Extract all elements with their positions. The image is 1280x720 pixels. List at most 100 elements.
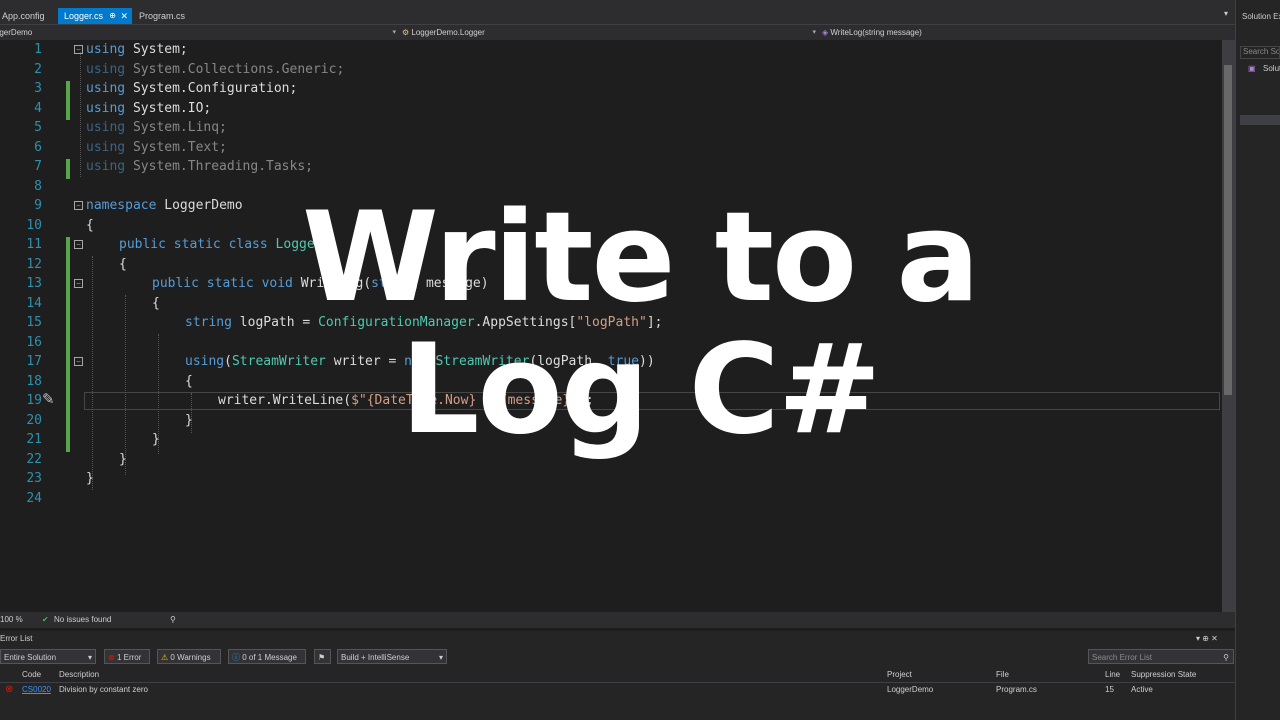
code-line-14: { bbox=[152, 295, 160, 311]
panel-title: Solution Explorer bbox=[1242, 12, 1280, 21]
fold-toggle[interactable]: − bbox=[74, 240, 83, 249]
selected-tree-item[interactable] bbox=[1240, 115, 1280, 125]
code-line-1: using System; bbox=[86, 42, 188, 57]
code-line-3: using System.Configuration; bbox=[86, 81, 298, 96]
project-label: LoggerDemo bbox=[0, 28, 33, 37]
tab-program-cs[interactable]: Program.cs bbox=[133, 8, 193, 24]
title-line-1: Write to a bbox=[301, 186, 980, 330]
title-line-2: Log C# bbox=[400, 318, 881, 462]
warnings-filter-button[interactable]: ⚠ 0 Warnings bbox=[157, 649, 221, 664]
line-number: 17 bbox=[26, 354, 42, 369]
table-row[interactable]: ⊗ CS0020 Division by constant zero Logge… bbox=[0, 685, 1235, 699]
fold-toggle[interactable]: − bbox=[74, 45, 83, 54]
code-line-21: } bbox=[152, 432, 160, 447]
warnings-count: 0 Warnings bbox=[170, 653, 211, 662]
tab-label: App.config bbox=[2, 11, 45, 21]
solution-icon: ▣ bbox=[1248, 64, 1256, 73]
scrollbar-thumb[interactable] bbox=[1224, 65, 1232, 395]
line-number: 8 bbox=[34, 178, 42, 194]
class-label: LoggerDemo.Logger bbox=[411, 28, 485, 37]
column-suppression[interactable]: Suppression State bbox=[1131, 670, 1196, 679]
line-number: 22 bbox=[26, 451, 42, 467]
panel-window-icons[interactable]: ▾ ⊕ ✕ bbox=[1196, 634, 1218, 643]
column-code[interactable]: Code bbox=[22, 670, 41, 679]
line-number: 14 bbox=[26, 295, 42, 311]
close-icon[interactable]: ✕ bbox=[120, 8, 128, 24]
fold-toggle[interactable]: − bbox=[74, 201, 83, 210]
line-number: 10 bbox=[26, 217, 42, 233]
error-icon: ⊗ bbox=[108, 653, 115, 662]
fold-toggle[interactable]: − bbox=[74, 357, 83, 366]
scope-dropdown[interactable]: Entire Solution ▾ bbox=[0, 649, 96, 664]
line-number: 23 bbox=[26, 471, 42, 486]
code-line-7: using System.Threading.Tasks; bbox=[86, 159, 313, 174]
line-number: 18 bbox=[26, 373, 42, 389]
chevron-down-icon[interactable]: ▾ bbox=[1224, 9, 1228, 18]
line-number: 16 bbox=[26, 334, 42, 350]
project-dropdown[interactable]: LoggerDemo ▾ bbox=[0, 25, 398, 40]
column-project[interactable]: Project bbox=[887, 670, 912, 679]
chevron-down-icon: ▾ bbox=[812, 29, 816, 36]
editor-vertical-scrollbar[interactable] bbox=[1222, 40, 1235, 612]
column-description[interactable]: Description bbox=[59, 670, 99, 679]
document-tab-bar: App.config Logger.cs ⊕ ✕ Program.cs ▾ bbox=[0, 0, 1235, 24]
chevron-down-icon: ▾ bbox=[392, 29, 396, 36]
line-number: 2 bbox=[34, 61, 42, 77]
line-number: 3 bbox=[34, 81, 42, 96]
column-line[interactable]: Line bbox=[1105, 670, 1120, 679]
tab-logger-cs[interactable]: Logger.cs ⊕ ✕ bbox=[58, 8, 132, 24]
indent-guide bbox=[92, 256, 93, 490]
error-icon: ⊗ bbox=[5, 684, 14, 695]
search-placeholder: Search Error List bbox=[1092, 653, 1153, 662]
pin-icon[interactable]: ⊕ bbox=[109, 8, 116, 24]
line-number: 1 bbox=[34, 42, 42, 57]
tab-app-config[interactable]: App.config bbox=[0, 8, 58, 24]
zoom-level[interactable]: 100 % bbox=[0, 612, 23, 628]
issues-label[interactable]: No issues found bbox=[54, 612, 111, 628]
check-icon: ✔ bbox=[42, 615, 49, 624]
filter-icon[interactable]: ⚑ bbox=[314, 649, 331, 664]
error-suppression: Active bbox=[1131, 685, 1153, 694]
errors-count: 1 Error bbox=[116, 653, 142, 662]
messages-count: 0 of 1 Message bbox=[242, 653, 297, 662]
line-number: 5 bbox=[34, 120, 42, 135]
solution-root[interactable]: Solution bbox=[1263, 64, 1280, 73]
code-line-12: { bbox=[119, 256, 127, 272]
solution-explorer-panel: Solution Explorer Search Solution Explor… bbox=[1235, 0, 1280, 720]
line-number: 6 bbox=[34, 139, 42, 155]
code-line-5: using System.Linq; bbox=[86, 120, 227, 135]
solution-search-input[interactable]: Search Solution Explorer bbox=[1240, 46, 1280, 59]
search-icon[interactable]: ⚲ bbox=[1223, 650, 1229, 665]
code-line-22: } bbox=[119, 451, 127, 467]
line-number: 12 bbox=[26, 256, 42, 272]
member-dropdown[interactable]: ◈ WriteLog(string message) bbox=[822, 25, 1232, 40]
navigation-bar: LoggerDemo ▾ ⚙ LoggerDemo.Logger ▾ ◈ Wri… bbox=[0, 24, 1235, 40]
error-list-header: Code Description Project File Line Suppr… bbox=[0, 667, 1235, 683]
messages-filter-button[interactable]: ⓘ 0 of 1 Message bbox=[228, 649, 306, 664]
code-line-18: { bbox=[185, 373, 193, 389]
code-line-2: using System.Collections.Generic; bbox=[86, 61, 345, 77]
build-filter-dropdown[interactable]: Build + IntelliSense ▾ bbox=[337, 649, 447, 664]
error-list-panel: Error List ▾ ⊕ ✕ Entire Solution ▾ ⊗ 1 E… bbox=[0, 631, 1235, 720]
tab-label: Program.cs bbox=[139, 11, 186, 21]
quick-actions-icon[interactable]: ✎ bbox=[42, 390, 55, 408]
error-code-link[interactable]: CS0020 bbox=[22, 685, 51, 694]
error-list-search-input[interactable]: Search Error List ⚲ bbox=[1088, 649, 1234, 664]
chevron-down-icon: ▾ bbox=[87, 653, 92, 662]
warning-icon: ⚠ bbox=[161, 653, 169, 662]
chevron-down-icon: ▾ bbox=[438, 653, 443, 662]
line-number: 4 bbox=[34, 100, 42, 116]
indent-guide bbox=[125, 295, 126, 475]
fold-toggle[interactable]: − bbox=[74, 279, 83, 288]
line-number: 21 bbox=[26, 432, 42, 447]
class-dropdown[interactable]: ⚙ LoggerDemo.Logger ▾ bbox=[402, 25, 818, 40]
error-description: Division by constant zero bbox=[59, 685, 148, 694]
code-line-4: using System.IO; bbox=[86, 100, 212, 116]
line-number: 24 bbox=[26, 490, 42, 506]
line-number: 13 bbox=[26, 276, 42, 291]
column-file[interactable]: File bbox=[996, 670, 1009, 679]
scope-label: Entire Solution bbox=[4, 653, 57, 662]
navigate-icon[interactable]: ⚲ bbox=[170, 612, 176, 628]
change-marker bbox=[66, 81, 70, 120]
errors-filter-button[interactable]: ⊗ 1 Error bbox=[104, 649, 150, 664]
